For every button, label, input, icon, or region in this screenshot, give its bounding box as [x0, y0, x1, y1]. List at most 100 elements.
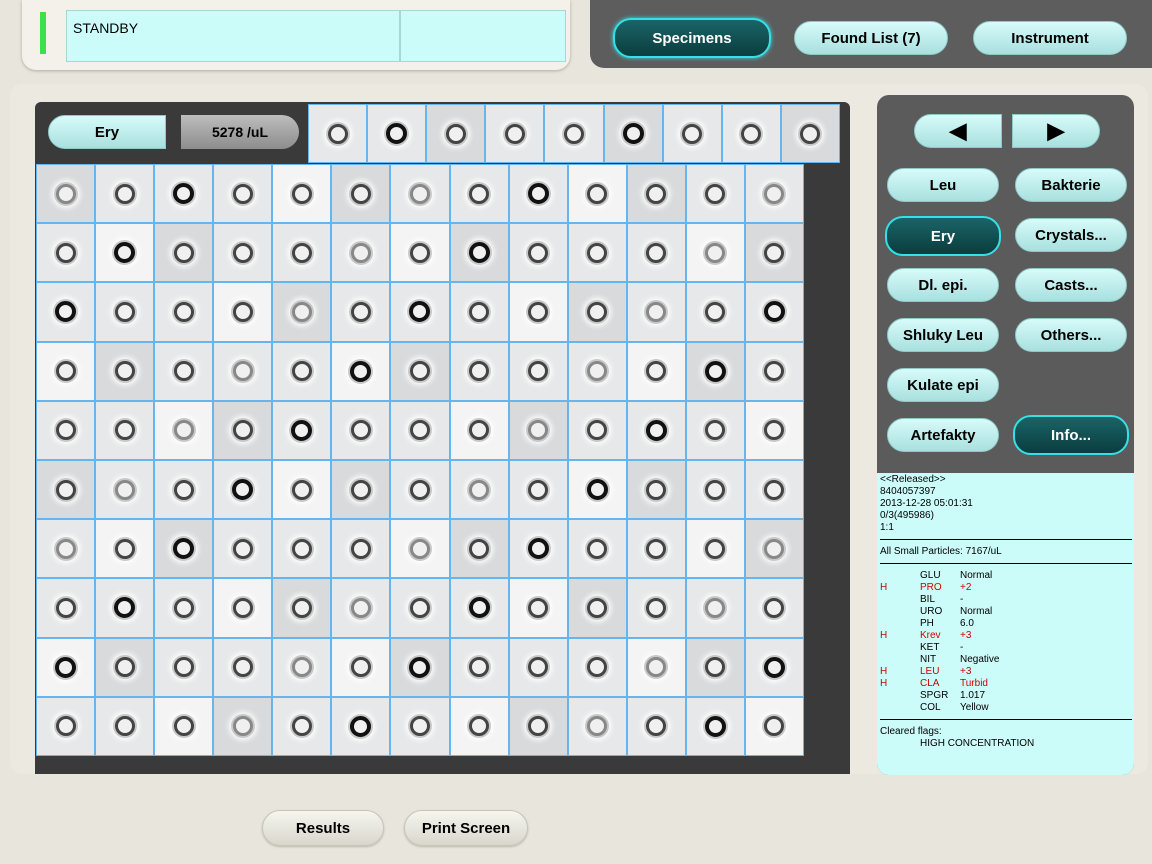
particle-image-cell[interactable]: [685, 637, 745, 697]
particle-image-cell[interactable]: [508, 696, 568, 756]
particle-image-cell[interactable]: [626, 460, 686, 520]
thumbnail-image[interactable]: [721, 104, 781, 163]
particle-image-cell[interactable]: [626, 696, 686, 756]
tab-instrument[interactable]: Instrument: [973, 21, 1127, 55]
particle-image-cell[interactable]: [36, 519, 96, 579]
particle-image-cell[interactable]: [213, 223, 273, 283]
particle-image-cell[interactable]: [744, 696, 804, 756]
particle-image-cell[interactable]: [390, 696, 450, 756]
particle-image-cell[interactable]: [390, 341, 450, 401]
particle-image-cell[interactable]: [154, 696, 214, 756]
particle-image-cell[interactable]: [272, 341, 332, 401]
particle-image-cell[interactable]: [508, 637, 568, 697]
particle-image-cell[interactable]: [744, 223, 804, 283]
next-page-button[interactable]: ▶: [1012, 114, 1100, 148]
particle-image-cell[interactable]: [390, 282, 450, 342]
particle-image-cell[interactable]: [508, 519, 568, 579]
particle-image-cell[interactable]: [95, 578, 155, 638]
particle-image-cell[interactable]: [213, 282, 273, 342]
particle-image-cell[interactable]: [36, 341, 96, 401]
particle-image-cell[interactable]: [95, 341, 155, 401]
particle-image-cell[interactable]: [567, 282, 627, 342]
particle-image-cell[interactable]: [685, 223, 745, 283]
particle-image-cell[interactable]: [626, 637, 686, 697]
particle-image-cell[interactable]: [685, 164, 745, 224]
particle-image-cell[interactable]: [213, 519, 273, 579]
particle-image-cell[interactable]: [390, 578, 450, 638]
particle-image-cell[interactable]: [449, 696, 509, 756]
particle-image-cell[interactable]: [36, 696, 96, 756]
results-button[interactable]: Results: [262, 810, 384, 846]
particle-image-cell[interactable]: [449, 578, 509, 638]
particle-image-cell[interactable]: [154, 578, 214, 638]
particle-image-cell[interactable]: [95, 460, 155, 520]
particle-image-cell[interactable]: [213, 341, 273, 401]
category-crystals-button[interactable]: Crystals...: [1015, 218, 1127, 252]
particle-image-cell[interactable]: [154, 400, 214, 460]
thumbnail-image[interactable]: [485, 104, 545, 163]
category-dl-epi-button[interactable]: Dl. epi.: [887, 268, 999, 302]
particle-image-cell[interactable]: [331, 282, 391, 342]
particle-image-cell[interactable]: [36, 637, 96, 697]
particle-image-cell[interactable]: [390, 637, 450, 697]
particle-image-cell[interactable]: [36, 282, 96, 342]
particle-image-cell[interactable]: [626, 223, 686, 283]
particle-image-cell[interactable]: [390, 460, 450, 520]
particle-image-cell[interactable]: [36, 460, 96, 520]
particle-image-cell[interactable]: [390, 400, 450, 460]
particle-image-cell[interactable]: [744, 400, 804, 460]
particle-image-cell[interactable]: [95, 223, 155, 283]
particle-image-cell[interactable]: [567, 341, 627, 401]
thumbnail-image[interactable]: [780, 104, 840, 163]
particle-image-cell[interactable]: [36, 400, 96, 460]
particle-image-cell[interactable]: [567, 519, 627, 579]
particle-image-cell[interactable]: [508, 400, 568, 460]
info-button[interactable]: Info...: [1013, 415, 1129, 455]
category-others-button[interactable]: Others...: [1015, 318, 1127, 352]
particle-image-cell[interactable]: [272, 282, 332, 342]
particle-image-cell[interactable]: [626, 341, 686, 401]
thumbnail-image[interactable]: [603, 104, 663, 163]
particle-image-cell[interactable]: [331, 223, 391, 283]
particle-image-cell[interactable]: [685, 519, 745, 579]
particle-image-cell[interactable]: [213, 164, 273, 224]
particle-image-cell[interactable]: [508, 460, 568, 520]
particle-image-cell[interactable]: [331, 341, 391, 401]
particle-image-cell[interactable]: [626, 519, 686, 579]
category-shluky-leu-button[interactable]: Shluky Leu: [887, 318, 999, 352]
particle-image-cell[interactable]: [331, 460, 391, 520]
particle-image-cell[interactable]: [213, 578, 273, 638]
particle-image-cell[interactable]: [331, 164, 391, 224]
particle-image-cell[interactable]: [744, 637, 804, 697]
particle-image-cell[interactable]: [390, 519, 450, 579]
particle-image-cell[interactable]: [567, 637, 627, 697]
particle-image-cell[interactable]: [95, 696, 155, 756]
particle-image-cell[interactable]: [331, 519, 391, 579]
thumbnail-image[interactable]: [662, 104, 722, 163]
particle-image-cell[interactable]: [567, 164, 627, 224]
particle-image-cell[interactable]: [626, 400, 686, 460]
thumbnail-image[interactable]: [308, 104, 368, 163]
particle-image-cell[interactable]: [272, 164, 332, 224]
particle-image-cell[interactable]: [272, 223, 332, 283]
print-screen-button[interactable]: Print Screen: [404, 810, 528, 846]
particle-image-cell[interactable]: [449, 519, 509, 579]
particle-image-cell[interactable]: [213, 637, 273, 697]
particle-image-cell[interactable]: [744, 460, 804, 520]
particle-image-cell[interactable]: [36, 164, 96, 224]
particle-image-cell[interactable]: [213, 400, 273, 460]
particle-image-cell[interactable]: [449, 341, 509, 401]
particle-image-cell[interactable]: [36, 578, 96, 638]
particle-image-cell[interactable]: [272, 460, 332, 520]
thumbnail-image[interactable]: [426, 104, 486, 163]
category-ery-button[interactable]: Ery: [885, 216, 1001, 256]
particle-image-cell[interactable]: [567, 578, 627, 638]
particle-image-cell[interactable]: [390, 164, 450, 224]
particle-image-cell[interactable]: [272, 637, 332, 697]
particle-image-cell[interactable]: [213, 460, 273, 520]
tab-found-list[interactable]: Found List (7): [794, 21, 948, 55]
particle-image-cell[interactable]: [567, 400, 627, 460]
particle-image-cell[interactable]: [744, 282, 804, 342]
category-artefakty-button[interactable]: Artefakty: [887, 418, 999, 452]
particle-image-cell[interactable]: [272, 578, 332, 638]
